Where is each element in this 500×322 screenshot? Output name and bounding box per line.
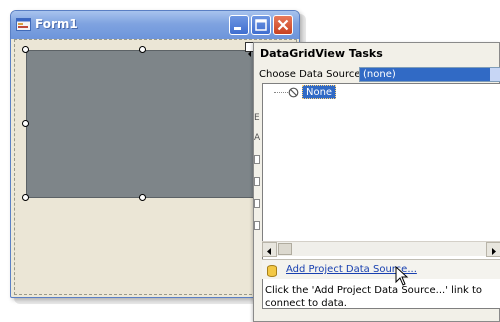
datagridview-tasks-panel: DataGridView Tasks Choose Data Source (n… — [253, 42, 500, 322]
hidden-item-fragment: E — [254, 113, 260, 123]
resize-handle-bottom-left[interactable] — [22, 194, 29, 201]
resize-handle-left[interactable] — [22, 120, 29, 127]
minimize-button[interactable] — [229, 15, 249, 35]
choose-data-source-label: Choose Data Source — [259, 69, 361, 80]
chevron-left-icon — [267, 248, 271, 255]
add-data-source-row: Add Project Data Source... — [262, 259, 500, 279]
hidden-checkbox-fragment — [254, 199, 260, 208]
horizontal-scrollbar[interactable] — [262, 241, 500, 257]
minimize-icon — [234, 27, 241, 30]
maximize-button[interactable] — [251, 15, 271, 35]
form-app-icon — [16, 18, 31, 31]
no-entry-icon — [288, 87, 299, 98]
maximize-icon — [255, 19, 267, 31]
scroll-right-button[interactable] — [486, 242, 500, 257]
mouse-pointer-icon — [395, 266, 409, 286]
designer-screen: Form1 DataGridView Tasks Choose Data Sou… — [0, 0, 500, 322]
resize-handle-top[interactable] — [139, 46, 146, 53]
tree-item-none[interactable]: None — [302, 85, 337, 99]
window-title: Form1 — [35, 17, 78, 31]
scroll-left-button[interactable] — [262, 242, 277, 257]
hidden-checkbox-fragment — [254, 177, 260, 186]
hidden-item-fragment: A — [254, 133, 261, 143]
resize-handle-bottom[interactable] — [139, 194, 146, 201]
tree-connector — [274, 92, 288, 93]
close-button[interactable] — [273, 15, 293, 35]
title-bar[interactable]: Form1 — [11, 11, 299, 39]
scrollbar-thumb[interactable] — [278, 243, 292, 255]
close-icon — [277, 19, 289, 31]
data-source-value: (none) — [363, 69, 396, 80]
hidden-checkbox-fragment — [254, 155, 260, 164]
resize-handle-top-left[interactable] — [22, 46, 29, 53]
chevron-right-icon — [492, 248, 496, 255]
database-icon — [267, 265, 277, 277]
panel-title: DataGridView Tasks — [260, 47, 383, 60]
hidden-checkbox-fragment — [254, 221, 260, 230]
data-source-combo[interactable]: (none) — [359, 67, 500, 82]
datagridview-control[interactable] — [26, 50, 258, 198]
help-text: Click the 'Add Project Data Source...' l… — [265, 285, 483, 309]
chevron-down-icon[interactable] — [490, 68, 500, 81]
